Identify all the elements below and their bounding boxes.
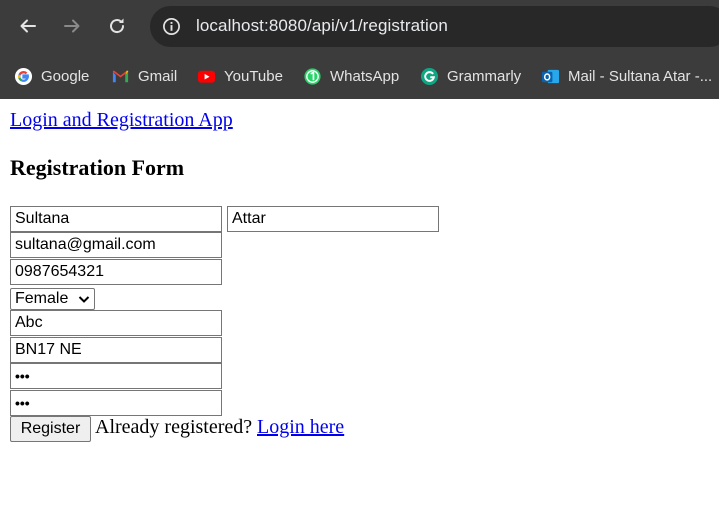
last-name-input[interactable]: Attar (227, 206, 439, 232)
bookmark-label: WhatsApp (330, 67, 400, 85)
phone-input[interactable]: 0987654321 (10, 259, 222, 285)
outlook-icon (541, 67, 560, 86)
bookmark-label: Gmail (138, 67, 178, 85)
bookmark-label: Google (41, 67, 90, 85)
url-text: localhost:8080/api/v1/registration (196, 16, 448, 35)
register-button[interactable]: Register (10, 416, 91, 442)
google-icon (14, 67, 33, 86)
bookmark-grammarly[interactable]: Grammarly (420, 53, 521, 99)
bookmark-youtube[interactable]: YouTube (197, 53, 283, 99)
gender-selected-value: Female (15, 290, 69, 307)
site-info-icon[interactable] (162, 17, 181, 36)
page-title: Registration Form (10, 155, 185, 180)
forward-arrow-icon (64, 19, 80, 33)
whatsapp-icon (303, 67, 322, 86)
back-arrow-icon (20, 19, 36, 33)
forward-button[interactable] (59, 13, 85, 39)
bookmark-google[interactable]: Google (14, 53, 89, 99)
bookmark-label: YouTube (224, 67, 283, 85)
youtube-icon (197, 67, 216, 86)
browser-toolbar: localhost:8080/api/v1/registration (0, 0, 719, 53)
bookmark-label: Grammarly (447, 67, 522, 85)
app-home-link[interactable]: Login and Registration App (10, 109, 233, 132)
bookmark-outlook[interactable]: Mail - Sultana Atar -... (541, 53, 712, 99)
bookmark-label: Mail - Sultana Atar -... (568, 67, 713, 85)
grammarly-icon (420, 67, 439, 86)
already-registered-text: Already registered? (95, 416, 253, 438)
bookmarks-bar: Google Gmail YouTube WhatsApp Grammarly … (0, 53, 719, 99)
reload-icon (110, 18, 125, 34)
password-input[interactable]: ••• (10, 363, 222, 389)
address-line1-input[interactable]: Abc (10, 310, 222, 336)
chevron-down-icon (78, 296, 90, 303)
gmail-icon (111, 67, 130, 86)
first-name-input[interactable]: Sultana (10, 206, 222, 232)
gender-select[interactable]: Female (10, 288, 95, 310)
back-button[interactable] (15, 13, 41, 39)
login-link[interactable]: Login here (257, 416, 344, 439)
bookmark-gmail[interactable]: Gmail (111, 53, 177, 99)
reload-button[interactable] (104, 13, 130, 39)
confirm-password-input[interactable]: ••• (10, 390, 222, 416)
address-line2-input[interactable]: BN17 NE (10, 337, 222, 363)
email-input[interactable]: sultana@gmail.com (10, 232, 222, 258)
bookmark-whatsapp[interactable]: WhatsApp (303, 53, 399, 99)
address-bar[interactable]: localhost:8080/api/v1/registration (150, 6, 719, 47)
